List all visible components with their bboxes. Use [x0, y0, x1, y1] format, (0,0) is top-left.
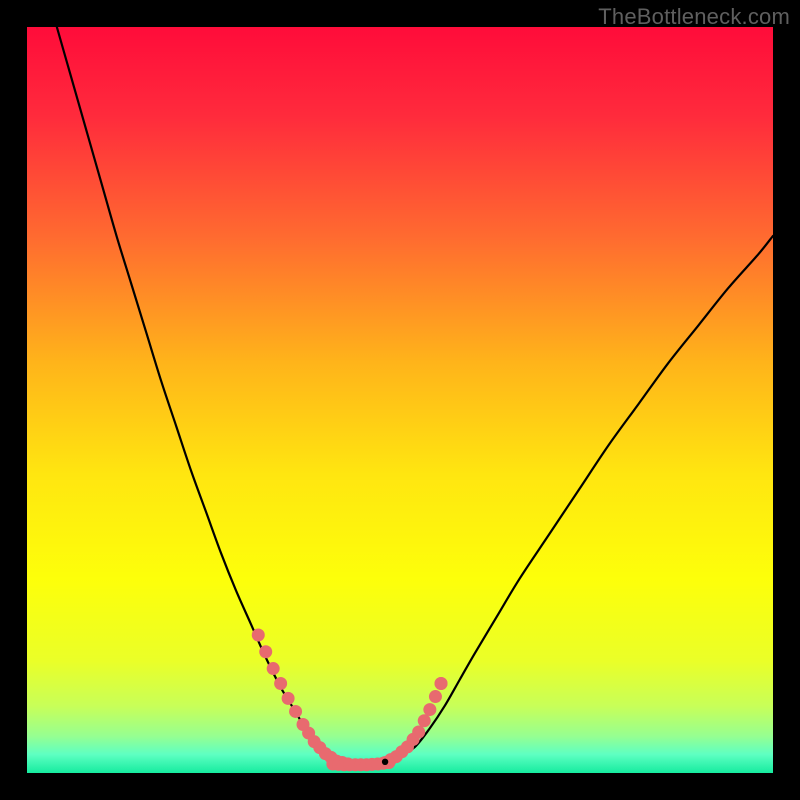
chart-background — [27, 27, 773, 773]
chart-marker-group — [382, 759, 388, 765]
chart-dot — [435, 677, 448, 690]
watermark-text: TheBottleneck.com — [598, 4, 790, 30]
chart-dot — [282, 692, 295, 705]
chart-dot — [429, 690, 442, 703]
chart-dot — [418, 714, 431, 727]
chart-dot — [289, 705, 302, 718]
chart-dot — [423, 703, 436, 716]
chart-dot — [259, 645, 272, 658]
chart-svg — [27, 27, 773, 773]
chart-dot — [267, 662, 280, 675]
chart-area — [27, 27, 773, 773]
chart-dot — [274, 677, 287, 690]
chart-dot — [252, 628, 265, 641]
chart-marker — [382, 759, 388, 765]
chart-dot — [412, 725, 425, 738]
